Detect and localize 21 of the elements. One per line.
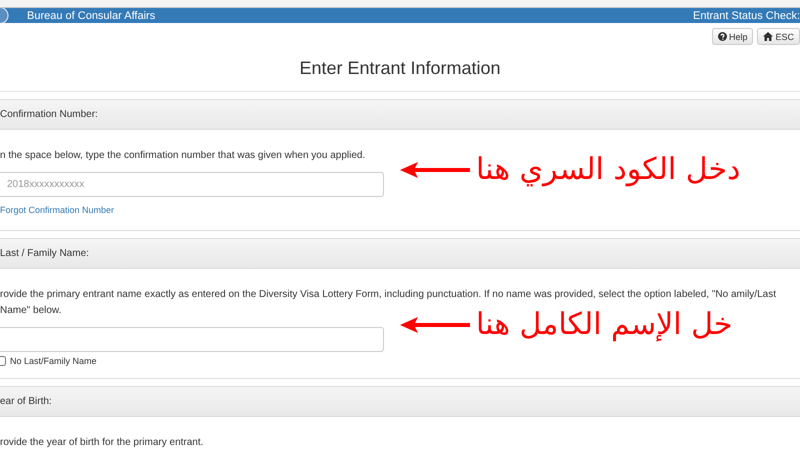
annotation-text: دخل الكود السري هنا (476, 152, 740, 187)
input-field[interactable] (0, 327, 384, 352)
section-heading: Last / Family Name: (0, 248, 89, 259)
section-heading: ear of Birth: (0, 396, 52, 407)
checkbox-label: No Last/Family Name (10, 356, 97, 366)
help-button[interactable]: Help (712, 28, 754, 45)
agency-name: Bureau of Consular Affairs (27, 10, 156, 22)
instructions-text: rovide the year of birth for the primary entrant. (0, 436, 204, 450)
section-heading: Confirmation Number: (0, 109, 98, 120)
arrow-icon (400, 162, 470, 178)
help-icon (718, 32, 727, 41)
page-title: Enter Entrant Information (298, 58, 502, 80)
app-title: Entrant Status Check: (693, 10, 800, 22)
seal-icon (0, 8, 10, 23)
instructions-text: n the space below, type the confirmation number that was given when you applied. (0, 149, 366, 163)
forgot-link[interactable]: Forgot Confirmation Number (0, 205, 114, 215)
arrow-icon (400, 316, 470, 332)
home-button[interactable]: ESC (757, 28, 800, 45)
home-icon (763, 32, 774, 41)
input-field[interactable]: 2018xxxxxxxxxxx (0, 172, 384, 197)
annotation-text: خل الإسم الكامل هنا (476, 307, 732, 342)
